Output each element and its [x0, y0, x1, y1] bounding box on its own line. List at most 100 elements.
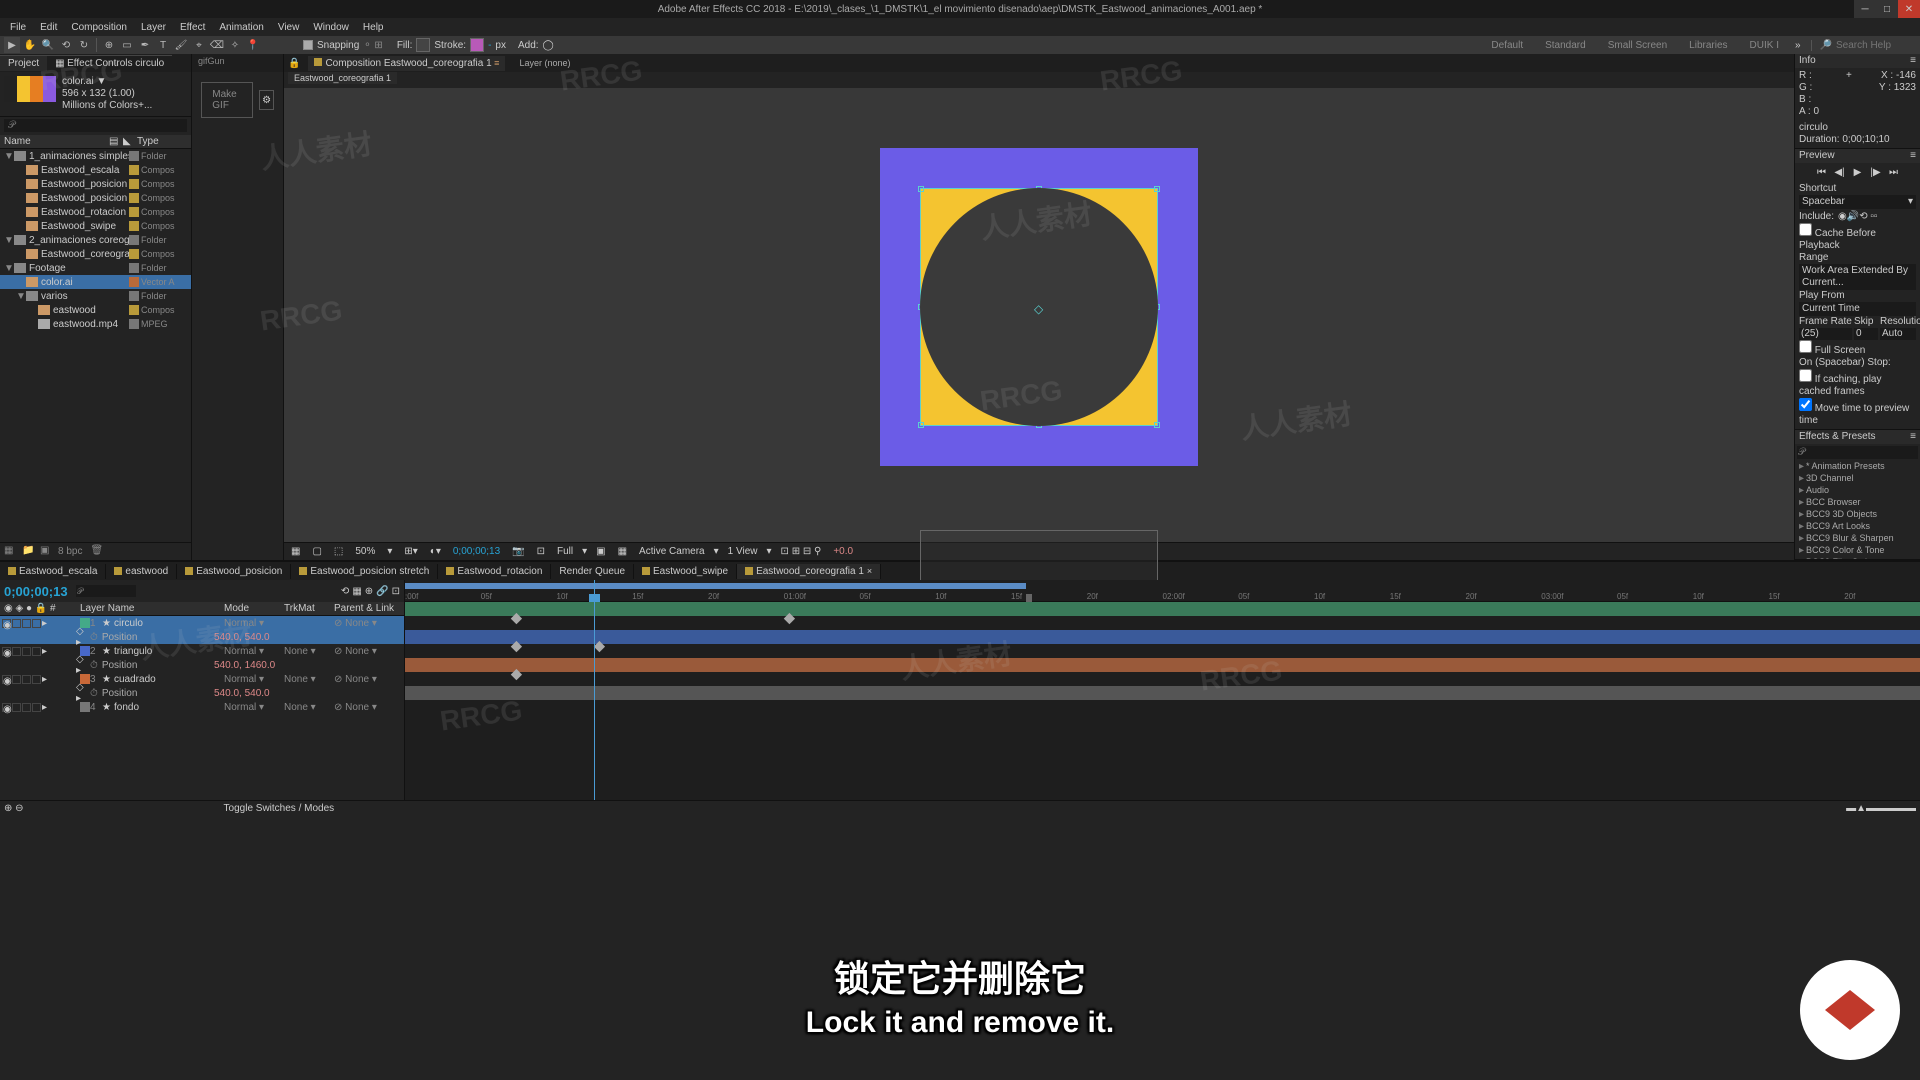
last-frame-icon[interactable]: ⏭	[1886, 165, 1902, 179]
show-snap-icon[interactable]: ⊡	[534, 546, 548, 557]
skip-dropdown[interactable]: 0	[1854, 328, 1878, 340]
cache-checkbox[interactable]	[1799, 223, 1812, 236]
project-item[interactable]: color.aiVector A	[0, 275, 191, 289]
layer-bar-2[interactable]	[405, 630, 1920, 644]
fill-swatch[interactable]	[416, 38, 430, 52]
timeline-layer[interactable]: ◉ ▸ 1★circuloNormal ▾⊘ None ▾	[0, 616, 404, 630]
stroke-swatch[interactable]	[470, 38, 484, 52]
maximize-button[interactable]: □	[1876, 0, 1898, 18]
work-area[interactable]	[405, 583, 1026, 589]
menu-effect[interactable]: Effect	[174, 20, 211, 35]
project-tab[interactable]: Project	[0, 55, 47, 71]
viewer-tab-comp[interactable]: Composition Eastwood_coreografia 1 ≡	[308, 56, 505, 71]
brush-tool-icon[interactable]: 🖌	[173, 37, 189, 53]
project-item[interactable]: eastwood.mp4MPEG	[0, 317, 191, 331]
snapping-checkbox[interactable]	[303, 40, 313, 50]
workspace-more-icon[interactable]: »	[1795, 40, 1801, 51]
fullscreen-checkbox[interactable]	[1799, 340, 1812, 353]
effect-category[interactable]: ▸3D Channel	[1795, 473, 1920, 485]
snap-opt-icon[interactable]: ⚬ ⊞	[363, 40, 383, 51]
minimize-button[interactable]: ─	[1854, 0, 1876, 18]
handle-br[interactable]	[1154, 422, 1160, 428]
zoom-dropdown[interactable]: 50%	[352, 546, 378, 557]
timeline-timecode[interactable]: 0;00;00;13	[4, 584, 68, 599]
time-ruler[interactable]: :00f05f10f15f20f01:00f05f10f15f20f02:00f…	[405, 580, 1920, 602]
workspace-standard[interactable]: Standard	[1539, 40, 1592, 51]
viewer-breadcrumb[interactable]: Eastwood_coreografia 1	[288, 72, 397, 84]
layer-property[interactable]: ◇ ▸⏱Position540.0, 540.0	[0, 686, 404, 700]
project-item[interactable]: Eastwood_posicion stretchCompos	[0, 191, 191, 205]
view-dropdown[interactable]: 1 View	[725, 546, 761, 557]
play-icon[interactable]: ▶	[1850, 165, 1866, 179]
timeline-tab[interactable]: Eastwood_posicion stretch	[291, 564, 438, 579]
viewer-tab-layer[interactable]: Layer (none)	[513, 56, 576, 70]
clone-tool-icon[interactable]: ⌖	[191, 37, 207, 53]
project-search-input[interactable]	[4, 119, 187, 132]
bpc-label[interactable]: 8 bpc	[58, 546, 82, 557]
trash-icon[interactable]: 🗑	[90, 545, 104, 559]
add-button-icon[interactable]: ◯	[543, 40, 554, 51]
timeline-search-input[interactable]	[76, 585, 136, 597]
project-item[interactable]: Eastwood_rotacionCompos	[0, 205, 191, 219]
menu-help[interactable]: Help	[357, 20, 390, 35]
viewer-canvas[interactable]: ◇	[284, 88, 1794, 542]
close-button[interactable]: ✕	[1898, 0, 1920, 18]
effect-category[interactable]: ▸* Animation Presets	[1795, 461, 1920, 473]
interpret-icon[interactable]: ▦	[4, 545, 18, 559]
tl-icon-4[interactable]: 🔗	[376, 586, 388, 597]
viewer-timecode[interactable]: 0;00;00;13	[450, 546, 503, 557]
snapshot-icon[interactable]: 📷	[509, 546, 527, 557]
include-icons[interactable]: ◉🔊⟲ ▫▫	[1838, 211, 1877, 223]
effect-category[interactable]: ▸BCC9 Film Style	[1795, 557, 1920, 560]
tl-icon-1[interactable]: ⟲	[341, 586, 349, 597]
res-icon[interactable]: ▢	[309, 546, 324, 557]
transparency-icon[interactable]: ▦	[615, 546, 630, 557]
work-area-end[interactable]	[1026, 594, 1032, 602]
roi-icon[interactable]: ▣	[593, 546, 608, 557]
effect-category[interactable]: ▸BCC9 Art Looks	[1795, 521, 1920, 533]
current-time-indicator[interactable]	[594, 580, 595, 800]
next-frame-icon[interactable]: |▶	[1868, 165, 1884, 179]
menu-composition[interactable]: Composition	[65, 20, 133, 35]
project-item[interactable]: Eastwood_posicionCompos	[0, 177, 191, 191]
trkmat-col[interactable]: TrkMat	[284, 603, 334, 614]
workspace-small[interactable]: Small Screen	[1602, 40, 1673, 51]
project-item[interactable]: ▼FootageFolder	[0, 261, 191, 275]
effect-category[interactable]: ▸BCC9 Color & Tone	[1795, 545, 1920, 557]
pen-tool-icon[interactable]: ✒	[137, 37, 153, 53]
text-tool-icon[interactable]: T	[155, 37, 171, 53]
menu-view[interactable]: View	[272, 20, 306, 35]
menu-window[interactable]: Window	[307, 20, 355, 35]
menu-layer[interactable]: Layer	[135, 20, 172, 35]
col-label-icon[interactable]: ▤	[109, 136, 123, 147]
roto-tool-icon[interactable]: ✧	[227, 37, 243, 53]
make-gif-button[interactable]: Make GIF	[201, 82, 253, 118]
orbit-tool-icon[interactable]: ⟲	[58, 37, 74, 53]
timeline-layers[interactable]: ◉ ▸ 1★circuloNormal ▾⊘ None ▾ ◇ ▸⏱Positio…	[0, 616, 404, 714]
handle-tr[interactable]	[1154, 186, 1160, 192]
col-name[interactable]: Name	[4, 136, 109, 147]
effect-category[interactable]: ▸Audio	[1795, 485, 1920, 497]
playfrom-dropdown[interactable]: Current Time	[1799, 302, 1916, 316]
toggle-switches[interactable]: Toggle Switches / Modes	[224, 803, 335, 814]
gifgun-settings-icon[interactable]: ⚙	[259, 90, 273, 110]
viewer-lock-icon[interactable]: 🔒	[288, 58, 300, 69]
grid-icon[interactable]: ⊞▾	[401, 546, 420, 557]
layer-bar-4[interactable]	[405, 686, 1920, 700]
res-dropdown[interactable]: Full	[554, 546, 576, 557]
layer-bar-3[interactable]	[405, 658, 1920, 672]
tl-foot-icon[interactable]: ⊕ ⊖	[4, 803, 24, 814]
project-item[interactable]: Eastwood_coreografia 1Compos	[0, 247, 191, 261]
zoom-tool-icon[interactable]: 🔍	[40, 37, 56, 53]
movetime-checkbox[interactable]	[1799, 398, 1812, 411]
handle-bl[interactable]	[918, 422, 924, 428]
mode-col[interactable]: Mode	[224, 603, 284, 614]
tl-icon-2[interactable]: ▦	[352, 586, 361, 597]
timeline-tracks[interactable]: :00f05f10f15f20f01:00f05f10f15f20f02:00f…	[405, 580, 1920, 800]
puppet-tool-icon[interactable]: 📍	[245, 37, 261, 53]
tl-icon-5[interactable]: ⊡	[392, 586, 400, 597]
eraser-tool-icon[interactable]: ⌫	[209, 37, 225, 53]
pixel-icon[interactable]: ⊡ ⊞ ⊟ ⚲	[778, 546, 825, 557]
col-type-icon[interactable]: ◣	[123, 136, 137, 147]
framerate-dropdown[interactable]: (25)	[1799, 328, 1852, 340]
